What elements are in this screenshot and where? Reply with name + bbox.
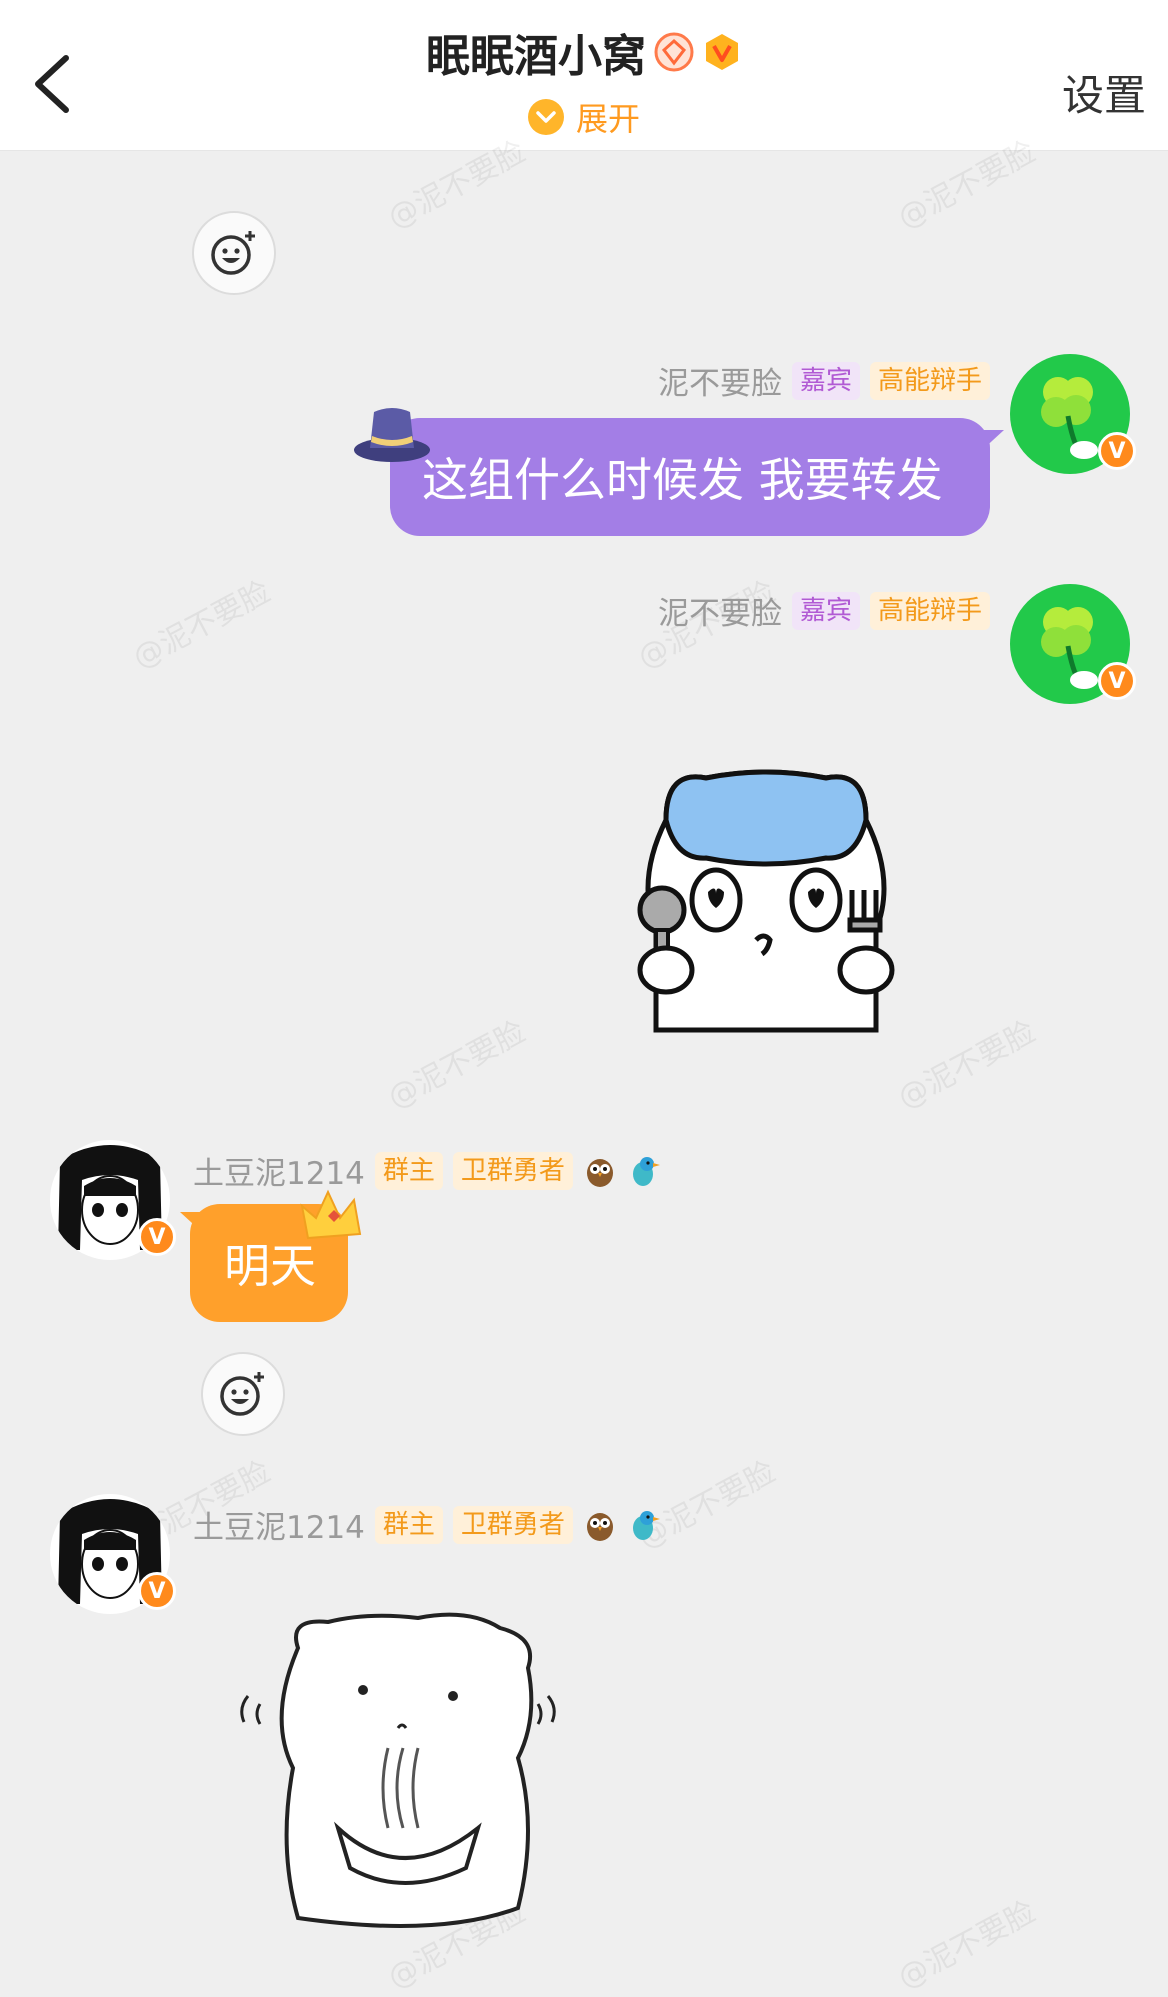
bird-badge-icon	[632, 1156, 660, 1186]
hamster-noodles-sticker-image[interactable]	[238, 1608, 588, 1948]
sender-name[interactable]: 土豆泥1214	[193, 1502, 365, 1547]
title-tag: 卫群勇者	[452, 1151, 573, 1190]
hamster-sticker-image[interactable]	[626, 760, 906, 1040]
role-tag: 嘉宾	[791, 361, 860, 400]
role-tag: 群主	[374, 1505, 443, 1544]
verified-v-badge: V	[138, 1572, 176, 1610]
role-tag: 群主	[374, 1151, 443, 1190]
message-sender-row: 泥不要脸 嘉宾 高能辩手	[658, 588, 990, 633]
smile-plus-icon	[211, 231, 255, 275]
expand-label: 展开	[575, 100, 640, 138]
watermark: @泥不要脸	[127, 574, 277, 676]
expand-toggle[interactable]: 展开	[0, 94, 1168, 140]
watermark: @泥不要脸	[892, 1014, 1042, 1116]
verified-v-badge: V	[138, 1218, 176, 1256]
role-tag: 嘉宾	[791, 591, 860, 630]
title-tag: 卫群勇者	[452, 1505, 573, 1544]
avatar[interactable]: V	[50, 1140, 176, 1260]
v-level-badge-icon	[706, 34, 738, 70]
crown-icon	[300, 1189, 362, 1240]
top-hat-icon	[354, 408, 430, 462]
verified-v-badge: V	[1098, 432, 1136, 470]
settings-button[interactable]: 设置	[1062, 62, 1146, 123]
message-bubble[interactable]: 这组什么时候发 我要转发	[390, 418, 990, 536]
watermark: @泥不要脸	[892, 1894, 1042, 1996]
sender-name[interactable]: 泥不要脸	[658, 588, 782, 633]
avatar[interactable]: V	[1010, 584, 1136, 704]
message-text: 这组什么时候发 我要转发	[422, 453, 943, 507]
smile-plus-icon	[220, 1372, 264, 1416]
watermark: @泥不要脸	[382, 1014, 532, 1116]
chevron-down-icon	[527, 99, 564, 135]
title-tag: 高能辩手	[869, 591, 990, 630]
chat-header: 眠眠酒小窝 展开 设置	[0, 0, 1168, 151]
title-area: 眠眠酒小窝	[0, 20, 1168, 84]
diamond-badge-icon	[654, 32, 694, 72]
avatar[interactable]: V	[50, 1494, 176, 1614]
sender-name[interactable]: 泥不要脸	[658, 358, 782, 403]
bubble-tail	[980, 430, 1004, 452]
add-reaction-button[interactable]	[192, 211, 276, 295]
group-title: 眠眠酒小窝	[426, 31, 646, 82]
bubble-tail	[180, 1212, 204, 1234]
owl-badge-icon	[586, 1158, 613, 1187]
message-sender-row: 泥不要脸 嘉宾 高能辩手	[658, 358, 990, 403]
title-tag: 高能辩手	[869, 361, 990, 400]
add-reaction-button[interactable]	[201, 1352, 285, 1436]
bird-badge-icon	[632, 1510, 660, 1540]
owl-badge-icon	[586, 1512, 613, 1541]
avatar[interactable]: V	[1010, 354, 1136, 474]
verified-v-badge: V	[1098, 662, 1136, 700]
message-sender-row: 土豆泥1214 群主 卫群勇者	[193, 1502, 661, 1547]
message-sender-row: 土豆泥1214 群主 卫群勇者	[193, 1148, 661, 1193]
